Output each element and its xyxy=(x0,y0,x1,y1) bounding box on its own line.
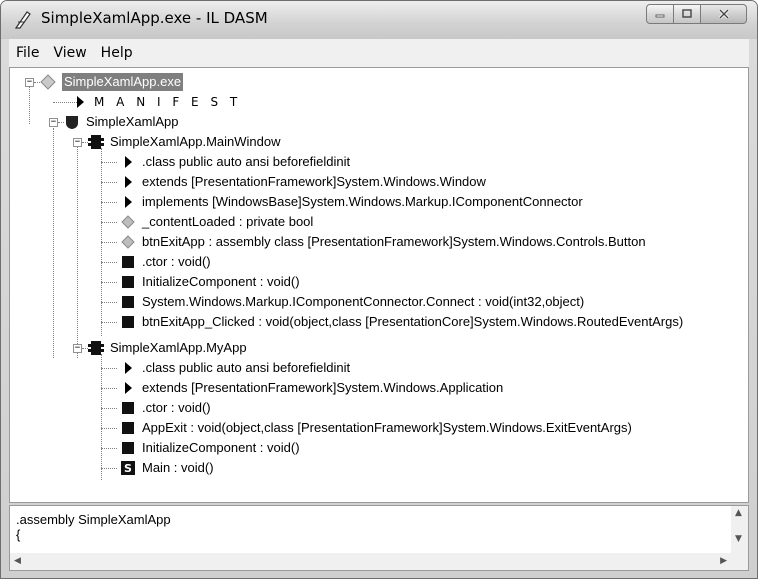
tree-node-label: SimpleXamlApp.exe xyxy=(62,73,184,91)
tree-node-label: AppExit : void(object,class [Presentatio… xyxy=(142,420,632,435)
caption-buttons xyxy=(646,4,747,26)
tree-node-method[interactable]: AppExit : void(object,class [Presentatio… xyxy=(120,418,632,438)
tree-node-label: extends [PresentationFramework]System.Wi… xyxy=(142,174,486,189)
tree-node-field[interactable]: btnExitApp : assembly class [Presentatio… xyxy=(120,232,646,252)
tree-node-method[interactable]: .ctor : void() xyxy=(120,252,211,272)
tree-node-label: .class public auto ansi beforefieldinit xyxy=(142,154,351,169)
tree-node-label: SimpleXamlApp xyxy=(86,114,179,129)
shield-icon xyxy=(66,116,78,129)
horizontal-scrollbar[interactable]: ◀ ▶ xyxy=(10,553,731,570)
triangle-icon xyxy=(77,96,84,108)
tree-node-implements[interactable]: implements [WindowsBase]System.Windows.M… xyxy=(120,192,583,212)
tree-node-method[interactable]: InitializeComponent : void() xyxy=(120,272,300,292)
tree-node-method[interactable]: InitializeComponent : void() xyxy=(120,438,300,458)
il-text-content: .assembly SimpleXamlApp { xyxy=(16,512,171,542)
menu-view[interactable]: View xyxy=(46,45,93,61)
method-icon xyxy=(122,276,134,288)
triangle-icon xyxy=(125,156,132,168)
tree-node-class-info[interactable]: .class public auto ansi beforefieldinit xyxy=(120,358,350,378)
tree-node-label: .ctor : void() xyxy=(142,254,211,269)
tree-node-label: SimpleXamlApp.MainWindow xyxy=(110,134,281,149)
collapse-toggle[interactable]: − xyxy=(49,118,58,127)
tree-node-manifest[interactable]: M A N I F E S T xyxy=(72,92,241,112)
tree-node-label: implements [WindowsBase]System.Windows.M… xyxy=(142,194,583,209)
tree-node-class[interactable]: SimpleXamlApp.MyApp xyxy=(88,338,247,358)
ildasm-app-icon xyxy=(14,11,31,29)
collapse-toggle[interactable]: − xyxy=(73,344,82,353)
class-icon xyxy=(88,135,104,149)
tree-node-method[interactable]: System.Windows.Markup.IComponentConnecto… xyxy=(120,292,584,312)
close-button[interactable] xyxy=(701,4,747,24)
il-text-line-1: .assembly SimpleXamlApp xyxy=(16,512,171,527)
scroll-down-icon[interactable]: ▼ xyxy=(735,534,742,544)
tree-node-label: SimpleXamlApp.MyApp xyxy=(110,340,247,355)
il-text-line-2: { xyxy=(16,527,21,542)
method-icon xyxy=(122,316,134,328)
scroll-right-icon[interactable]: ▶ xyxy=(720,556,727,566)
tree-view[interactable]: − − − − SimpleXamlApp.exe M A N I F E S … xyxy=(9,67,749,503)
scroll-up-icon[interactable]: ▲ xyxy=(735,508,742,518)
class-icon xyxy=(88,341,104,355)
tree-node-field[interactable]: _contentLoaded : private bool xyxy=(120,212,313,232)
method-icon xyxy=(122,442,134,454)
method-icon xyxy=(122,296,134,308)
minimize-icon xyxy=(655,14,665,18)
tree-node-assembly[interactable]: SimpleXamlApp.exe xyxy=(40,72,184,92)
il-text-pane[interactable]: .assembly SimpleXamlApp { ▲ ▼ ◀ ▶ xyxy=(9,505,749,571)
triangle-icon xyxy=(125,176,132,188)
triangle-icon xyxy=(125,382,132,394)
size-grip-icon[interactable] xyxy=(731,553,748,570)
close-icon xyxy=(718,8,729,20)
tree-node-label: InitializeComponent : void() xyxy=(142,274,300,289)
tree-node-static-method[interactable]: S Main : void() xyxy=(120,458,214,478)
maximize-button[interactable] xyxy=(674,4,701,24)
menu-help[interactable]: Help xyxy=(94,45,140,61)
static-method-icon: S xyxy=(121,461,135,475)
method-icon xyxy=(122,422,134,434)
triangle-icon xyxy=(125,362,132,374)
tree-node-extends[interactable]: extends [PresentationFramework]System.Wi… xyxy=(120,378,503,398)
diamond-icon xyxy=(40,74,56,90)
tree-node-label: .ctor : void() xyxy=(142,400,211,415)
tree-node-label: btnExitApp_Clicked : void(object,class [… xyxy=(142,314,684,329)
tree-node-method[interactable]: btnExitApp_Clicked : void(object,class [… xyxy=(120,312,683,332)
tree-node-class[interactable]: SimpleXamlApp.MainWindow xyxy=(88,132,281,152)
tree-node-extends[interactable]: extends [PresentationFramework]System.Wi… xyxy=(120,172,486,192)
tree-node-label: InitializeComponent : void() xyxy=(142,440,300,455)
tree-node-method[interactable]: .ctor : void() xyxy=(120,398,211,418)
method-icon xyxy=(122,402,134,414)
minimize-button[interactable] xyxy=(646,4,674,24)
tree-node-label: System.Windows.Markup.IComponentConnecto… xyxy=(142,294,585,309)
il-dasm-window: SimpleXamlApp.exe - IL DASM File View He… xyxy=(0,0,758,579)
tree-node-label: extends [PresentationFramework]System.Wi… xyxy=(142,380,504,395)
tree-node-label: _contentLoaded : private bool xyxy=(142,214,314,229)
tree-node-label: Main : void() xyxy=(142,460,214,475)
triangle-icon xyxy=(125,196,132,208)
static-badge-text: S xyxy=(124,462,132,475)
title-bar[interactable]: SimpleXamlApp.exe - IL DASM xyxy=(1,1,757,39)
tree-node-label: .class public auto ansi beforefieldinit xyxy=(142,360,351,375)
tree-node-label: btnExitApp : assembly class [Presentatio… xyxy=(142,234,646,249)
field-icon xyxy=(121,215,135,229)
collapse-toggle[interactable]: − xyxy=(25,78,34,87)
method-icon xyxy=(122,256,134,268)
tree-node-class-info[interactable]: .class public auto ansi beforefieldinit xyxy=(120,152,350,172)
scroll-left-icon[interactable]: ◀ xyxy=(14,556,21,566)
menu-file[interactable]: File xyxy=(9,45,46,61)
window-title: SimpleXamlApp.exe - IL DASM xyxy=(41,9,268,27)
field-icon xyxy=(121,235,135,249)
maximize-icon xyxy=(682,9,692,18)
tree-node-namespace[interactable]: SimpleXamlApp xyxy=(64,112,179,132)
tree-node-label: M A N I F E S T xyxy=(94,95,242,109)
vertical-scrollbar[interactable]: ▲ ▼ xyxy=(731,506,748,553)
collapse-toggle[interactable]: − xyxy=(73,138,82,147)
menu-bar: File View Help xyxy=(9,39,749,67)
